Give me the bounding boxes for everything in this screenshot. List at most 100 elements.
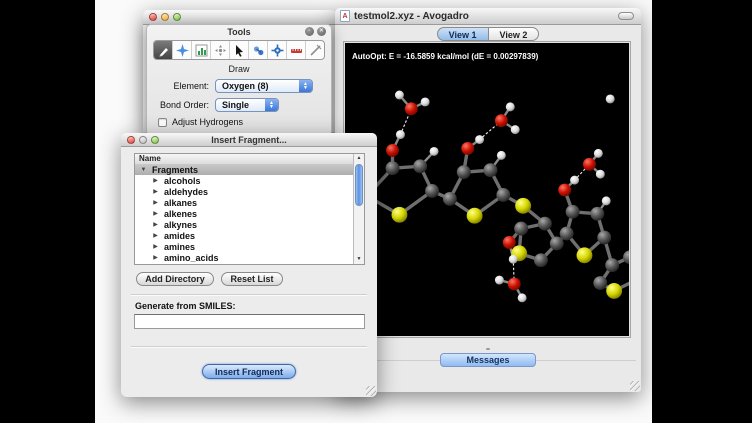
list-item[interactable]: ▶alcohols: [135, 175, 353, 186]
list-scrollbar[interactable]: ▲ ▼: [353, 154, 364, 264]
list-item[interactable]: ▶amines: [135, 241, 353, 252]
gl-pane: AutoOpt: E = -16.5859 kcal/mol (dE = 0.0…: [343, 41, 631, 338]
toolbar-toggle-button[interactable]: [618, 12, 634, 20]
measure-tool-button[interactable]: [287, 41, 306, 59]
h-atom: [602, 196, 611, 205]
molecule-viewport[interactable]: AutoOpt: E = -16.5859 kcal/mol (dE = 0.0…: [345, 43, 629, 336]
divider: [131, 294, 367, 296]
disclosure-triangle-icon[interactable]: ▶: [152, 243, 159, 250]
h-atom: [511, 125, 520, 134]
draw-tool-button[interactable]: [154, 41, 173, 59]
messages-button[interactable]: Messages: [440, 353, 536, 367]
resize-grip[interactable]: [366, 386, 376, 396]
h-atom: [594, 149, 603, 158]
document-icon: A: [340, 10, 350, 22]
tools-palette: Tools ◦ ✕ Draw: [146, 24, 332, 136]
add-directory-button[interactable]: Add Directory: [136, 272, 214, 286]
o-atom: [558, 184, 571, 197]
s-atom: [467, 208, 483, 224]
h-atom: [606, 95, 615, 104]
main-titlebar[interactable]: A testmol2.xyz - Avogadro: [335, 8, 641, 25]
disclosure-triangle-icon[interactable]: ▶: [152, 254, 159, 261]
zoom-button[interactable]: [173, 13, 181, 21]
list-item[interactable]: ▶alkenes: [135, 208, 353, 219]
c-atom: [560, 227, 574, 241]
smiles-input[interactable]: [134, 314, 365, 329]
smiles-label: Generate from SMILES:: [135, 301, 236, 311]
list-item[interactable]: ▶alkanes: [135, 197, 353, 208]
scroll-down-icon[interactable]: ▼: [354, 255, 364, 264]
auto-optimize-tool-button[interactable]: [268, 41, 287, 59]
c-atom: [590, 207, 604, 221]
h-atom: [430, 147, 439, 156]
disclosure-triangle-icon[interactable]: ▶: [152, 232, 159, 239]
insert-fragment-button[interactable]: Insert Fragment: [202, 364, 296, 379]
element-select[interactable]: Oxygen (8) ▲▼: [215, 79, 313, 93]
minimize-button[interactable]: [161, 13, 169, 21]
tab-view-2[interactable]: View 2: [488, 27, 540, 41]
disclosure-triangle-icon[interactable]: ▶: [152, 199, 159, 206]
chart-icon: [195, 44, 208, 57]
background-window-titlebar[interactable]: [143, 10, 336, 25]
selection-tool-button[interactable]: [230, 41, 249, 59]
h-atom: [497, 151, 506, 160]
bond-centric-tool-button[interactable]: [192, 41, 211, 59]
scrollbar-thumb[interactable]: [355, 164, 363, 206]
list-item[interactable]: ▼Fragments: [135, 164, 353, 175]
divider: [131, 346, 367, 348]
c-atom: [425, 184, 439, 198]
dialog-title: Insert Fragment...: [121, 135, 377, 145]
auto-rotate-tool-button[interactable]: [249, 41, 268, 59]
close-icon[interactable]: ✕: [317, 27, 326, 36]
list-item[interactable]: ▶amino_acids: [135, 252, 353, 263]
s-atom: [577, 247, 593, 263]
disclosure-triangle-icon[interactable]: ▶: [152, 221, 159, 228]
o-atom: [508, 278, 521, 291]
c-atom: [550, 237, 564, 251]
o-atom: [461, 142, 474, 155]
splitter-handle[interactable]: [486, 348, 490, 350]
reset-list-button[interactable]: Reset List: [221, 272, 283, 286]
stepper-arrows-icon: ▲▼: [299, 80, 312, 92]
resize-grip[interactable]: [630, 381, 640, 391]
manipulate-tool-button[interactable]: [211, 41, 230, 59]
list-item[interactable]: ▶amides: [135, 230, 353, 241]
h-atom: [518, 293, 527, 302]
element-label: Element:: [147, 81, 209, 91]
bond-order-select[interactable]: Single ▲▼: [215, 98, 279, 112]
list-item[interactable]: ▶alkynes: [135, 219, 353, 230]
scroll-up-icon[interactable]: ▲: [354, 154, 364, 163]
disclosure-triangle-icon[interactable]: ▼: [140, 167, 147, 173]
tools-title: Tools: [147, 27, 331, 37]
adjust-hydrogens-checkbox[interactable]: [158, 118, 167, 127]
window-title: testmol2.xyz - Avogadro: [354, 11, 469, 22]
align-icon: [309, 44, 322, 57]
main-window: A testmol2.xyz - Avogadro View 1 View 2 …: [335, 8, 641, 392]
h-atom: [495, 276, 504, 285]
tab-view-1[interactable]: View 1: [437, 27, 488, 41]
c-atom: [457, 165, 471, 179]
navigate-icon: [176, 44, 189, 57]
o-atom: [495, 114, 508, 127]
fragment-list: Name ▼Fragments▶alcohols▶aldehydes▶alkan…: [134, 153, 365, 265]
h-atom: [506, 102, 515, 111]
navigate-tool-button[interactable]: [173, 41, 192, 59]
h-atom: [396, 130, 405, 139]
gear-icon: [271, 44, 284, 57]
move-icon: [214, 44, 227, 57]
c-atom: [534, 253, 548, 267]
close-button[interactable]: [149, 13, 157, 21]
disclosure-triangle-icon[interactable]: ▶: [152, 188, 159, 195]
tools-titlebar[interactable]: Tools ◦ ✕: [147, 25, 331, 38]
fragment-titlebar[interactable]: Insert Fragment...: [121, 133, 377, 147]
h-atom: [421, 97, 430, 106]
h-atom: [395, 91, 404, 100]
disclosure-triangle-icon[interactable]: ▶: [152, 210, 159, 217]
disclosure-triangle-icon[interactable]: ▶: [152, 177, 159, 184]
float-button[interactable]: ◦: [305, 27, 314, 36]
c-atom: [605, 258, 619, 272]
c-atom: [566, 205, 580, 219]
align-tool-button[interactable]: [306, 41, 324, 59]
o-atom: [405, 102, 418, 115]
list-item[interactable]: ▶aldehydes: [135, 186, 353, 197]
